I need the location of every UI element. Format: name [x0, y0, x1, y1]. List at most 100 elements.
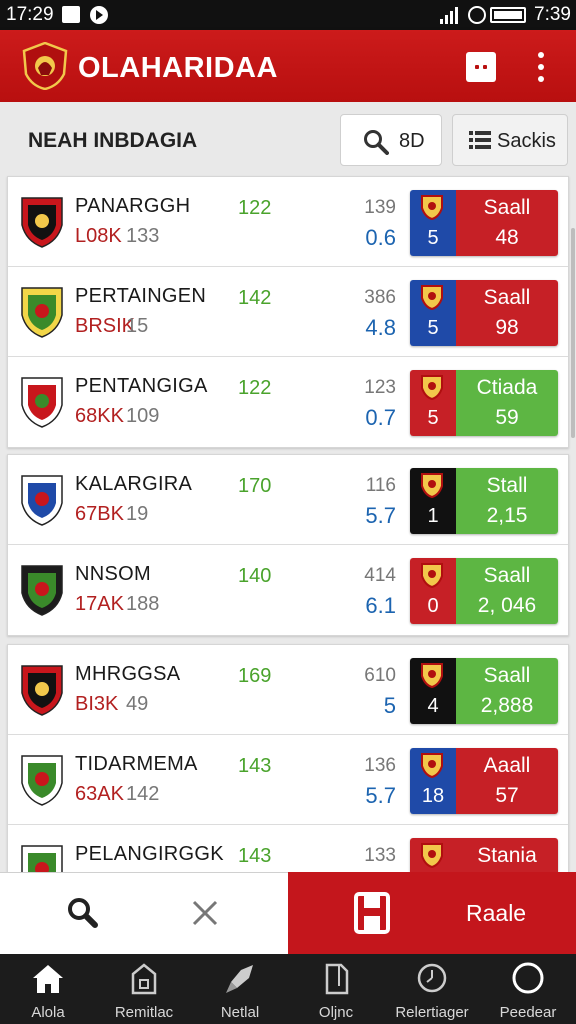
team-name: PELANGIRGGK: [75, 843, 224, 865]
stat-secondary: 123: [364, 377, 396, 398]
stat-secondary: 139: [364, 197, 396, 218]
bottom-action-bar: Raale: [0, 872, 576, 954]
status-time-right: 7:39: [534, 4, 571, 25]
nav-item-home[interactable]: Alola: [0, 954, 96, 1024]
stat-ratio: 0.6: [365, 225, 396, 250]
team-code: 67BK: [75, 503, 124, 525]
match-row[interactable]: NNSOM 17AK 188 140 414 6.1 0 Saall 2, 04…: [8, 545, 568, 635]
odds-value: 59: [495, 406, 519, 429]
odds-value: 48: [495, 226, 519, 249]
stat-ratio: 5.7: [365, 503, 396, 528]
nav-item-circle[interactable]: Peedear: [480, 954, 576, 1024]
match-row[interactable]: KALARGIRA 67BK 19 170 116 5.7 1 Stall 2,…: [8, 455, 568, 545]
odds-button[interactable]: 4 Saall 2,888: [410, 658, 558, 724]
odds-left-value: 18: [421, 785, 445, 807]
clock-icon: [417, 963, 447, 993]
odds-right-panel: Saall 2,888: [456, 658, 558, 724]
odds-button[interactable]: 5 Ctiada 59: [410, 370, 558, 436]
odds-right-panel: Saall 98: [456, 280, 558, 346]
nav-label: Peedear: [499, 1004, 557, 1021]
odds-right-panel: Saall 2, 046: [456, 558, 558, 624]
match-row[interactable]: PENTANGIGA 68KK 109 122 123 0.7 5 Ctiada…: [8, 357, 568, 447]
match-row[interactable]: TIDARMEMA 63AK 142 143 136 5.7 18 Aaall …: [8, 735, 568, 825]
odds-left-value: 1: [427, 505, 439, 527]
primary-action-button[interactable]: [288, 872, 576, 954]
match-row[interactable]: PERTAINGEN BRSIK 15 142 386 4.8 5 Saall …: [8, 267, 568, 357]
odds-right-panel: Ctiada 59: [456, 370, 558, 436]
match-row[interactable]: PELANGIRGGK 143 133 Stania: [8, 825, 568, 875]
team-count: 188: [126, 593, 160, 615]
team-code: BI3K: [75, 693, 119, 715]
odds-left-value: 5: [427, 407, 439, 429]
nav-item-rocket[interactable]: Netlal: [192, 954, 288, 1024]
sort-button[interactable]: Sackis: [452, 114, 568, 166]
odds-left-panel: 5: [410, 370, 456, 436]
odds-button[interactable]: 1 Stall 2,15: [410, 468, 558, 534]
odds-right-panel: Aaall 57: [456, 748, 558, 814]
status-time-left: 17:29: [6, 4, 54, 25]
app-bar: OLAHARIDAA: [0, 30, 576, 102]
odds-button[interactable]: 5 Saall 48: [410, 190, 558, 256]
search-icon[interactable]: [58, 891, 108, 937]
odds-button[interactable]: Stania: [410, 838, 558, 875]
odds-left-panel: 4: [410, 658, 456, 724]
odds-button[interactable]: 0 Saall 2, 046: [410, 558, 558, 624]
gallery-icon: [62, 6, 80, 23]
stat-primary: 143: [238, 845, 272, 867]
odds-value: 57: [495, 784, 519, 807]
team-crest-icon: [21, 377, 63, 428]
team-crest-icon: [21, 665, 63, 716]
odds-left-panel: 5: [410, 280, 456, 346]
club-badge-icon: [421, 285, 443, 310]
grid-menu-button[interactable]: [466, 52, 496, 82]
search-icon: [364, 130, 389, 155]
odds-value: 2, 046: [477, 594, 537, 617]
odds-label: Saall: [483, 196, 531, 219]
team-code: 17AK: [75, 593, 124, 615]
odds-right-panel: Saall 48: [456, 190, 558, 256]
wifi-icon: [468, 6, 486, 24]
sort-label: Sackis: [497, 130, 556, 152]
close-icon[interactable]: [180, 891, 230, 937]
search-filter-button[interactable]: 8D: [340, 114, 442, 166]
odds-label: Saall: [483, 286, 531, 309]
more-vertical-icon[interactable]: [530, 50, 554, 84]
match-row[interactable]: MHRGGSA BI3K 49 169 610 5 4 Saall 2,888: [8, 645, 568, 735]
odds-label: Saall: [483, 564, 531, 587]
signal-icon: [440, 6, 462, 24]
odds-value: 2,15: [486, 504, 528, 527]
odds-button[interactable]: 5 Saall 98: [410, 280, 558, 346]
search-filter-label: 8D: [399, 130, 425, 152]
team-count: 109: [126, 405, 160, 427]
nav-item-clock[interactable]: Relertiager: [384, 954, 480, 1024]
match-group: KALARGIRA 67BK 19 170 116 5.7 1 Stall 2,…: [7, 454, 569, 636]
odds-value: 2,888: [480, 694, 534, 717]
scroll-indicator[interactable]: [571, 228, 575, 438]
stat-secondary: 133: [364, 845, 396, 866]
filter-bar: NEAH INBDAGIA 8D Sackis: [0, 102, 576, 176]
play-icon: [90, 6, 108, 24]
match-group: MHRGGSA BI3K 49 169 610 5 4 Saall 2,888: [7, 644, 569, 876]
team-crest-icon: [21, 197, 63, 248]
odds-label: Stall: [486, 474, 528, 497]
odds-left-panel: 0: [410, 558, 456, 624]
odds-button[interactable]: 18 Aaall 57: [410, 748, 558, 814]
odds-label: Aaall: [483, 754, 531, 777]
odds-left-value: 5: [427, 317, 439, 339]
club-crest-logo-icon: [22, 42, 68, 90]
team-name: PENTANGIGA: [75, 375, 208, 397]
stat-secondary: 414: [364, 565, 396, 586]
nav-label: Oljnc: [318, 1004, 354, 1021]
team-crest-icon: [21, 565, 63, 616]
team-name: TIDARMEMA: [75, 753, 198, 775]
nav-item-document[interactable]: Oljnc: [288, 954, 384, 1024]
match-row[interactable]: PANARGGH L08K 133 122 139 0.6 5 Saall 48: [8, 177, 568, 267]
club-badge-icon: [421, 753, 443, 778]
nav-label: Netlal: [220, 1004, 260, 1021]
odds-left-value: 5: [427, 227, 439, 249]
team-crest-icon: [21, 475, 63, 526]
club-badge-icon: [421, 375, 443, 400]
odds-right-panel: Stania: [456, 838, 558, 875]
bottom-navigation: Alola Remitlac Netlal Oljnc Relertiager: [0, 954, 576, 1024]
nav-item-stadium[interactable]: Remitlac: [96, 954, 192, 1024]
